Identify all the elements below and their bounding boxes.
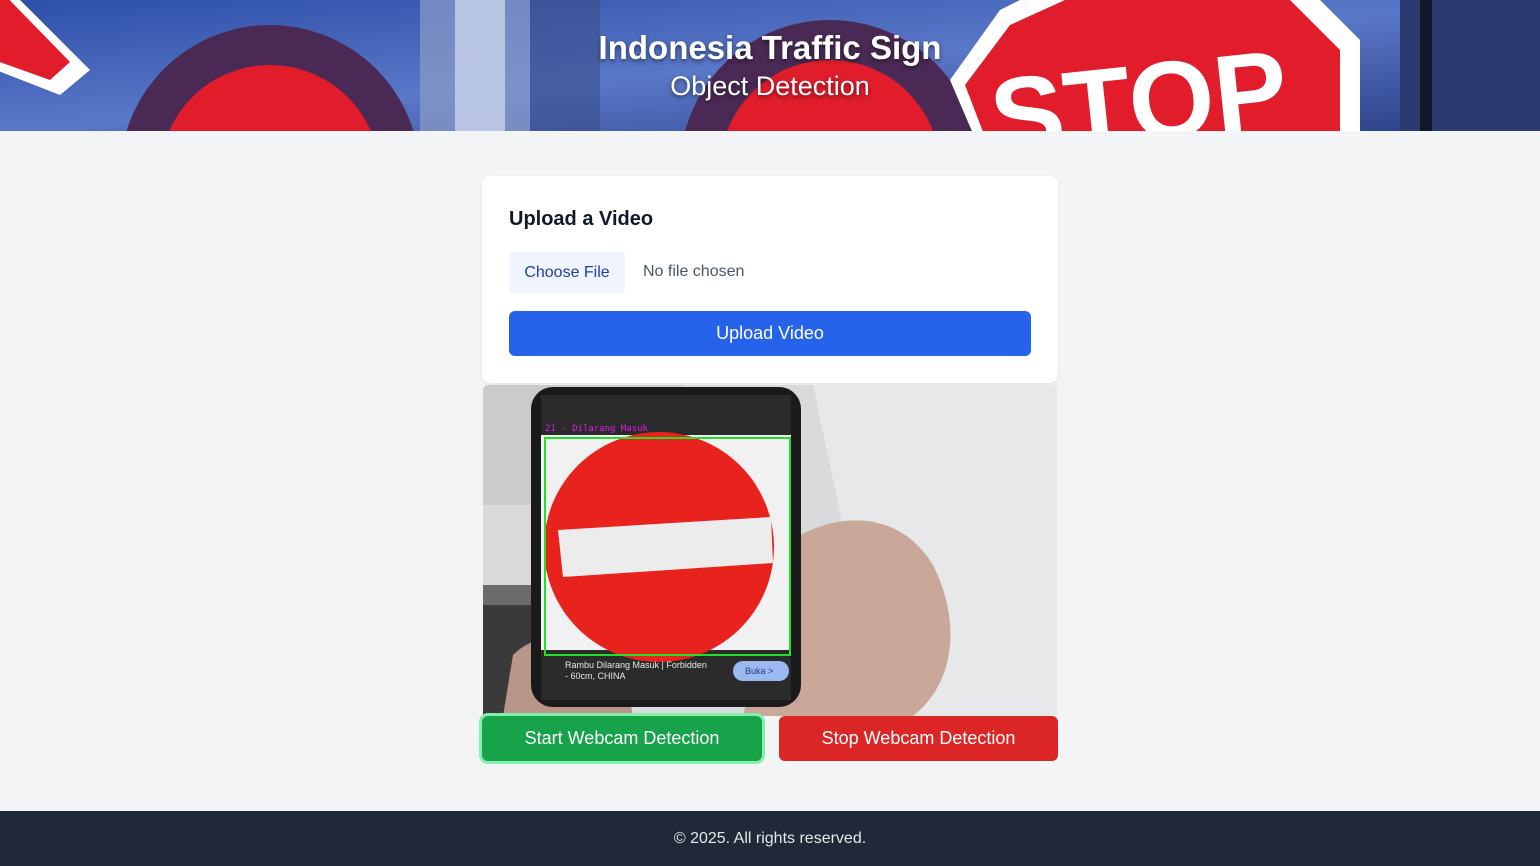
file-status-text: No file chosen [643,263,745,280]
page-title: Indonesia Traffic Sign [598,29,942,66]
upload-card: Upload a Video Choose File No file chose… [482,176,1058,383]
stop-webcam-button[interactable]: Stop Webcam Detection [779,716,1058,761]
upload-title: Upload a Video [509,208,654,230]
detection-video-frame: 21 - Dilarang Masuk Rambu Dilarang Masuk… [483,385,1057,716]
phone-caption: Rambu Dilarang Masuk | Forbidden [565,660,707,670]
detection-label: 21 - Dilarang Masuk [545,424,648,434]
upload-video-button[interactable]: Upload Video [509,311,1031,356]
phone-open-button: Buka > [745,666,774,676]
phone-caption-2: - 60cm, CHINA [565,671,626,681]
start-webcam-button[interactable]: Start Webcam Detection [482,716,762,761]
choose-file-button[interactable]: Choose File [509,252,625,293]
footer: © 2025. All rights reserved. [0,811,1540,866]
page-subtitle: Object Detection [670,71,870,101]
copyright-text: © 2025. All rights reserved. [673,829,867,847]
header-banner: STOP Indonesia Traffic Sign Object Detec… [0,0,1540,131]
